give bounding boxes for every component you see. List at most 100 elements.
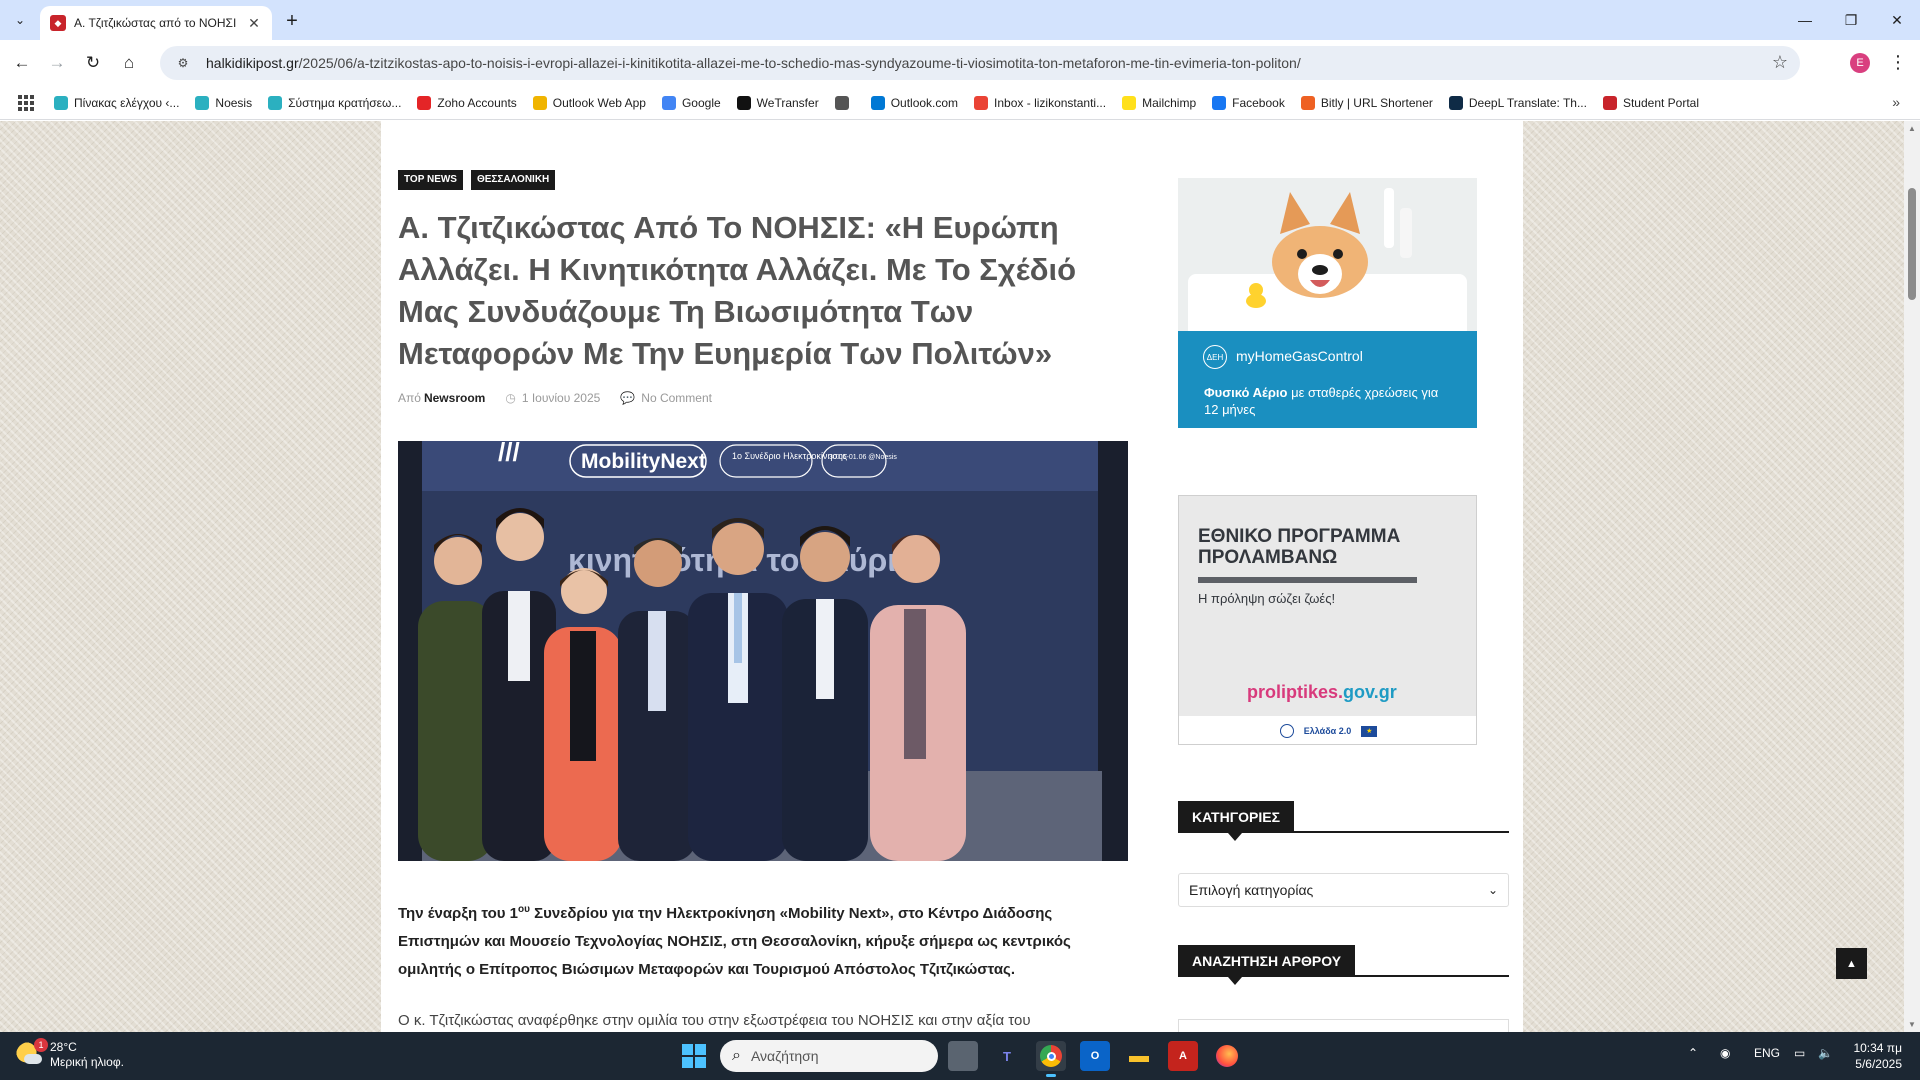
gas-ad-banner[interactable]: ΔΕΗ myHomeGasControl Φυσικό Αέριο με στα… bbox=[1178, 178, 1477, 428]
page-scrollbar[interactable]: ▲ ▼ bbox=[1904, 121, 1920, 1032]
bookmark-item[interactable]: Facebook bbox=[1212, 95, 1285, 110]
bookmark-favicon-icon bbox=[268, 95, 283, 110]
search-title: ΑΝΑΖΗΤΗΣΗ ΑΡΘΡΟΥ bbox=[1178, 945, 1356, 985]
volume-icon[interactable]: 🔈 bbox=[1818, 1046, 1833, 1060]
partly-sunny-icon: 1 bbox=[16, 1038, 48, 1068]
bookmark-item[interactable]: Bitly | URL Shortener bbox=[1300, 95, 1433, 110]
acrobat-icon[interactable]: A bbox=[1168, 1041, 1198, 1071]
scroll-up-icon[interactable]: ▲ bbox=[1908, 124, 1916, 133]
chrome-icon[interactable] bbox=[1036, 1041, 1066, 1077]
comments-link[interactable]: No Comment bbox=[641, 391, 712, 405]
bookmark-favicon-icon bbox=[532, 95, 547, 110]
tray-overflow-icon[interactable]: ⌃ bbox=[1688, 1046, 1698, 1060]
minimize-button[interactable]: — bbox=[1782, 0, 1828, 40]
network-icon[interactable]: ▭ bbox=[1794, 1046, 1805, 1060]
url-path: /2025/06/a-tzitzikostas-apo-to-noisis-i-… bbox=[298, 55, 1301, 71]
input-language[interactable]: ENG bbox=[1754, 1046, 1780, 1060]
article-lead: Την έναρξη του 1ου Συνεδρίου για την Ηλε… bbox=[398, 896, 1128, 984]
back-to-top-button[interactable]: ▲ bbox=[1836, 948, 1867, 979]
categories-widget-title: ΚΑΤΗΓΟΡΙΕΣ bbox=[1178, 801, 1509, 841]
publish-date: 1 Ιουνίου 2025 bbox=[521, 391, 601, 405]
reload-button[interactable]: ↻ bbox=[79, 49, 107, 77]
site-favicon-icon: ◆ bbox=[50, 15, 66, 31]
close-window-button[interactable]: ✕ bbox=[1874, 0, 1920, 40]
address-bar[interactable]: ⚙ halkidikipost.gr/2025/06/a-tzitzikosta… bbox=[160, 46, 1800, 80]
bookmark-item[interactable]: Google bbox=[661, 95, 721, 110]
photo-brand-text: MobilityNext bbox=[581, 450, 706, 473]
active-tab[interactable]: ◆ Α. Τζιτζικώστας από το ΝΟΗΣΙ ✕ bbox=[40, 6, 272, 40]
bookmark-label: Mailchimp bbox=[1142, 95, 1197, 110]
bookmark-favicon-icon bbox=[54, 95, 68, 110]
bookmark-item[interactable]: WeTransfer bbox=[736, 95, 819, 110]
outlook-icon[interactable]: O bbox=[1080, 1041, 1110, 1071]
search-widget-title: ΑΝΑΖΗΤΗΣΗ ΑΡΘΡΟΥ bbox=[1178, 945, 1509, 985]
firefox-icon[interactable] bbox=[1212, 1041, 1242, 1071]
bookmark-item[interactable]: Zoho Accounts bbox=[417, 95, 517, 110]
photo-dates-text: 30.05-01.06 @Noesis bbox=[829, 454, 897, 461]
file-explorer-icon[interactable]: ▬ bbox=[1124, 1041, 1154, 1071]
bookmark-label: Google bbox=[681, 95, 721, 110]
browser-menu-icon[interactable]: ⋮ bbox=[1888, 52, 1908, 72]
bookmark-item[interactable]: Πίνακας ελέγχου ‹... bbox=[54, 95, 179, 110]
home-button[interactable]: ⌂ bbox=[115, 49, 143, 77]
apps-grid-icon[interactable] bbox=[18, 94, 34, 111]
task-view-icon[interactable] bbox=[948, 1041, 978, 1071]
new-tab-button[interactable]: + bbox=[280, 9, 304, 33]
bookmark-favicon-icon bbox=[417, 95, 432, 110]
bookmark-item[interactable]: Σύστημα κρατήσεω... bbox=[268, 95, 401, 110]
site-name: proliptikes. bbox=[1247, 682, 1344, 702]
forward-button[interactable]: → bbox=[43, 49, 71, 77]
chrome-logo bbox=[1040, 1045, 1062, 1067]
app-tray-icon[interactable]: ◉ bbox=[1720, 1046, 1730, 1060]
prolamvano-ad-site: proliptikes.gov.gr bbox=[1247, 682, 1397, 703]
bookmark-favicon-icon bbox=[1212, 95, 1227, 110]
bookmark-item[interactable] bbox=[834, 95, 855, 110]
more-bookmarks-icon[interactable]: » bbox=[1892, 94, 1900, 110]
author-link[interactable]: Newsroom bbox=[424, 391, 485, 405]
tab-search-button[interactable]: ⌄ bbox=[8, 8, 32, 32]
bookmark-favicon-icon bbox=[1122, 95, 1137, 110]
gas-ad-text: Φυσικό Αέριο με σταθερές χρεώσεις για 12… bbox=[1204, 384, 1444, 418]
site-info-icon[interactable]: ⚙ bbox=[172, 52, 194, 74]
category-select[interactable]: Επιλογή κατηγορίας ⌄ bbox=[1178, 873, 1509, 907]
prolamvano-ad-banner[interactable]: ΕΘΝΙΚΟ ΠΡΟΓΡΑΜΜΑ ΠΡΟΛΑΜΒΑΝΩ Η πρόληψη σώ… bbox=[1178, 495, 1477, 745]
browser-toolbar: ← → ↻ ⌂ ⚙ halkidikipost.gr/2025/06/a-tzi… bbox=[0, 40, 1920, 86]
bookmark-item[interactable]: DeepL Translate: Th... bbox=[1448, 95, 1587, 110]
bookmark-label: DeepL Translate: Th... bbox=[1468, 95, 1587, 110]
taskbar-search[interactable]: ⌕ Αναζήτηση bbox=[720, 1040, 938, 1072]
dei-logo-icon: ΔΕΗ bbox=[1203, 345, 1227, 369]
scroll-thumb[interactable] bbox=[1908, 188, 1916, 300]
bookmark-list: Πίνακας ελέγχου ‹... Noesis Σύστημα κρατήσ… bbox=[54, 95, 1715, 110]
scroll-down-icon[interactable]: ▼ bbox=[1908, 1020, 1916, 1029]
category-tag-thessaloniki[interactable]: ΘΕΣΣΑΛΟΝΙΚΗ bbox=[470, 170, 556, 190]
back-button[interactable]: ← bbox=[8, 49, 36, 77]
close-tab-icon[interactable]: ✕ bbox=[246, 15, 262, 31]
bookmark-favicon-icon bbox=[870, 95, 885, 110]
bookmark-favicon-icon bbox=[736, 95, 751, 110]
bookmark-item[interactable]: Inbox - lizikonstanti... bbox=[974, 95, 1107, 110]
article-paragraph: Ο κ. Τζιτζικώστας αναφέρθηκε στην ομιλία… bbox=[398, 1012, 1031, 1029]
prolamvano-ad-footer: Ελλάδα 2.0 ★ bbox=[1179, 716, 1476, 744]
by-label: Από bbox=[398, 391, 421, 405]
profile-avatar[interactable]: E bbox=[1850, 53, 1870, 73]
system-clock[interactable]: 10:34 πμ 5/6/2025 bbox=[1852, 1040, 1902, 1072]
tab-title: Α. Τζιτζικώστας από το ΝΟΗΣΙ bbox=[74, 16, 237, 30]
bookmark-star-icon[interactable]: ☆ bbox=[1772, 52, 1788, 73]
weather-widget[interactable]: 1 28°C Μερική ηλιοφ. bbox=[16, 1038, 124, 1070]
bookmark-favicon-icon bbox=[974, 95, 989, 110]
bookmark-item[interactable]: Mailchimp bbox=[1122, 95, 1197, 110]
bookmark-label: Inbox - lizikonstanti... bbox=[994, 95, 1107, 110]
category-tag-top-news[interactable]: TOP NEWS bbox=[398, 170, 463, 190]
teams-icon[interactable]: T bbox=[992, 1041, 1022, 1071]
bookmark-item[interactable]: Outlook.com bbox=[870, 95, 958, 110]
start-button[interactable] bbox=[682, 1044, 706, 1068]
prolamvano-ad-title: ΕΘΝΙΚΟ ΠΡΟΓΡΑΜΜΑ ΠΡΟΛΑΜΒΑΝΩ bbox=[1198, 526, 1401, 568]
bookmark-item[interactable]: Outlook Web App bbox=[532, 95, 646, 110]
article-photo: /// MobilityNext 1ο Συνέδριο Ηλεκτροκίνη… bbox=[398, 441, 1128, 861]
bookmark-item[interactable]: Student Portal bbox=[1602, 95, 1699, 110]
restore-button[interactable]: ❐ bbox=[1828, 0, 1874, 40]
article-search-input[interactable] bbox=[1178, 1019, 1509, 1032]
bookmark-favicon-icon bbox=[1602, 95, 1617, 110]
bookmark-item[interactable]: Noesis bbox=[195, 95, 252, 110]
bookmarks-bar: Πίνακας ελέγχου ‹... Noesis Σύστημα κρατήσ… bbox=[0, 86, 1920, 120]
